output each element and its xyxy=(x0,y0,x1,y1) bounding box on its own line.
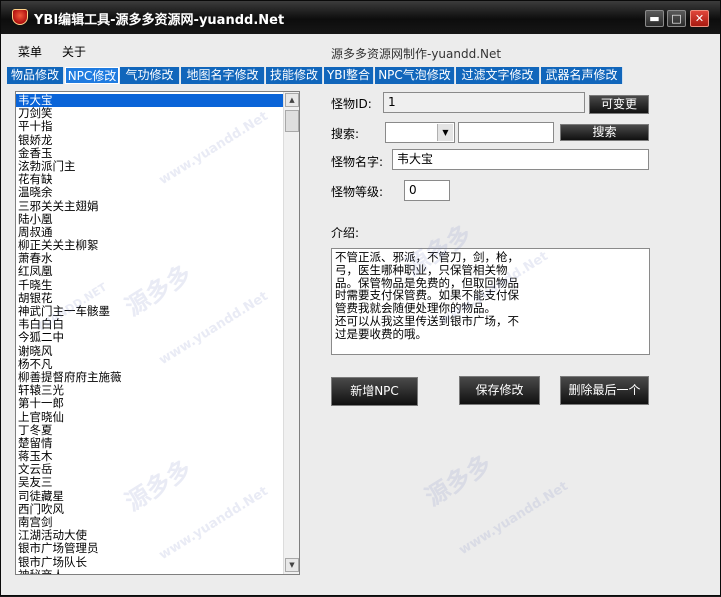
npc-list-item[interactable]: 江湖活动大使 xyxy=(16,529,286,542)
monster-name-label: 怪物名字: xyxy=(331,155,384,169)
maximize-button[interactable]: □ xyxy=(667,10,686,27)
search-button[interactable]: 搜索 xyxy=(560,124,649,141)
watermark-url: www.yuandd.Net xyxy=(456,478,571,559)
npc-list-item[interactable]: 神武门主一车骸墨 xyxy=(16,305,286,318)
npc-list-item[interactable]: 丁冬夏 xyxy=(16,424,286,437)
scroll-down-icon[interactable]: ▼ xyxy=(285,558,299,572)
npc-list-item[interactable]: 上官晓仙 xyxy=(16,411,286,424)
app-window: YBI编辑工具-源多多资源网-yuandd.Net ▬ □ ✕ 菜单 关于 源多… xyxy=(0,0,721,596)
npc-list-item[interactable]: 柳善提督府府主施薇 xyxy=(16,371,286,384)
watermark-logo: 源多多 xyxy=(420,449,497,512)
npc-list-item[interactable]: 蒋玉木 xyxy=(16,450,286,463)
npc-list-item[interactable]: 第十一郎 xyxy=(16,397,286,410)
intro-label: 介绍: xyxy=(331,226,360,240)
add-npc-button[interactable]: 新增NPC xyxy=(331,377,418,406)
monster-level-label: 怪物等级: xyxy=(331,185,384,199)
npc-list-item[interactable]: 韦大宝 xyxy=(16,94,286,108)
npc-list-item[interactable]: 司徒藏星 xyxy=(16,490,286,503)
npc-list-item[interactable]: 周叔通 xyxy=(16,226,286,239)
npc-list-item[interactable]: 银市广场管理员 xyxy=(16,542,286,555)
monster-id-field[interactable]: 1 xyxy=(383,92,585,113)
monster-name-field[interactable]: 韦大宝 xyxy=(392,149,649,170)
npc-list-item[interactable]: 平十指 xyxy=(16,120,286,133)
npc-list-scrollbar[interactable]: ▲ ▼ xyxy=(283,92,299,574)
search-input[interactable] xyxy=(458,122,554,143)
npc-list-item[interactable]: 西门吹风 xyxy=(16,503,286,516)
window-title: YBI编辑工具-源多多资源网-yuandd.Net xyxy=(34,13,285,28)
npc-list-item[interactable]: 萧春水 xyxy=(16,252,286,265)
npc-list-item[interactable]: 文云岳 xyxy=(16,463,286,476)
npc-list-item[interactable]: 红凤凰 xyxy=(16,265,286,278)
npc-list-item[interactable]: 金香玉 xyxy=(16,147,286,160)
change-id-button[interactable]: 可变更 xyxy=(589,95,649,114)
tab-weapon-fame-edit[interactable]: 武器名声修改 xyxy=(541,67,623,84)
npc-list-item[interactable]: 胡银花 xyxy=(16,292,286,305)
tab-map-name-edit[interactable]: 地图名字修改 xyxy=(181,67,265,84)
tab-ybi-merge[interactable]: YBI整合 xyxy=(324,67,374,84)
app-shield-icon xyxy=(12,9,28,25)
npc-list-item[interactable]: 刀剑笑 xyxy=(16,107,286,120)
npc-list[interactable]: 韦大宝 刀剑笑 平十指 银娇龙 金香玉 泫勃派门主 花有缺 温晓余 三邪关关主翅娟 陆小凰 周叔通柳… xyxy=(15,91,300,575)
scroll-thumb[interactable] xyxy=(285,110,299,132)
npc-list-item[interactable]: 今狐二中 xyxy=(16,331,286,344)
npc-list-item[interactable]: 楚留情 xyxy=(16,437,286,450)
monster-level-field[interactable]: 0 xyxy=(404,180,450,201)
npc-list-item[interactable]: 杨不凡 xyxy=(16,358,286,371)
menu-item-menu[interactable]: 菜单 xyxy=(18,43,42,60)
menu-item-about[interactable]: 关于 xyxy=(62,43,86,60)
tab-filter-text-edit[interactable]: 过滤文字修改 xyxy=(456,67,540,84)
dropdown-arrow-icon[interactable]: ▼ xyxy=(437,124,453,141)
minimize-button[interactable]: ▬ xyxy=(645,10,664,27)
close-button[interactable]: ✕ xyxy=(690,10,709,27)
npc-list-item[interactable]: 神秘商人 xyxy=(16,569,286,574)
search-label: 搜索: xyxy=(331,127,360,141)
npc-list-item[interactable]: 韦白白白 xyxy=(16,318,286,331)
npc-list-item[interactable]: 花有缺 xyxy=(16,173,286,186)
npc-list-item[interactable]: 轩辕三光 xyxy=(16,384,286,397)
source-note: 源多多资源网制作-yuandd.Net xyxy=(331,47,502,61)
scroll-up-icon[interactable]: ▲ xyxy=(285,93,299,107)
npc-list-item[interactable]: 温晓余 xyxy=(16,186,286,199)
npc-list-item[interactable]: 南宫剑 xyxy=(16,516,286,529)
npc-list-item[interactable]: 吴友三 xyxy=(16,476,286,489)
monster-id-label: 怪物ID: xyxy=(331,97,372,111)
save-changes-button[interactable]: 保存修改 xyxy=(459,376,540,405)
search-dropdown[interactable]: ▼ xyxy=(385,122,455,143)
npc-list-item[interactable]: 银娇龙 xyxy=(16,134,286,147)
tab-skill-edit[interactable]: 技能修改 xyxy=(266,67,323,84)
npc-list-item[interactable]: 柳正关关主柳絮 xyxy=(16,239,286,252)
npc-list-item[interactable]: 三邪关关主翅娟 xyxy=(16,200,286,213)
npc-list-item[interactable]: 银市广场队长 xyxy=(16,556,286,569)
delete-last-button[interactable]: 删除最后一个 xyxy=(560,376,649,405)
intro-textarea[interactable]: 不管正派、邪派，不管刀，剑，枪， 弓，医生哪种职业，只保管相关物 品。保管物品是… xyxy=(331,248,650,355)
tab-npc-bubble-edit[interactable]: NPC气泡修改 xyxy=(375,67,455,84)
tab-qigong-edit[interactable]: 气功修改 xyxy=(120,67,180,84)
npc-list-item[interactable]: 谢晓风 xyxy=(16,345,286,358)
title-bar[interactable]: YBI编辑工具-源多多资源网-yuandd.Net ▬ □ ✕ xyxy=(1,1,720,34)
npc-list-item[interactable]: 泫勃派门主 xyxy=(16,160,286,173)
tab-npc-edit[interactable]: NPC修改 xyxy=(65,67,119,84)
tab-item-edit[interactable]: 物品修改 xyxy=(7,67,64,84)
npc-list-item[interactable]: 千晓生 xyxy=(16,279,286,292)
npc-list-item[interactable]: 陆小凰 xyxy=(16,213,286,226)
